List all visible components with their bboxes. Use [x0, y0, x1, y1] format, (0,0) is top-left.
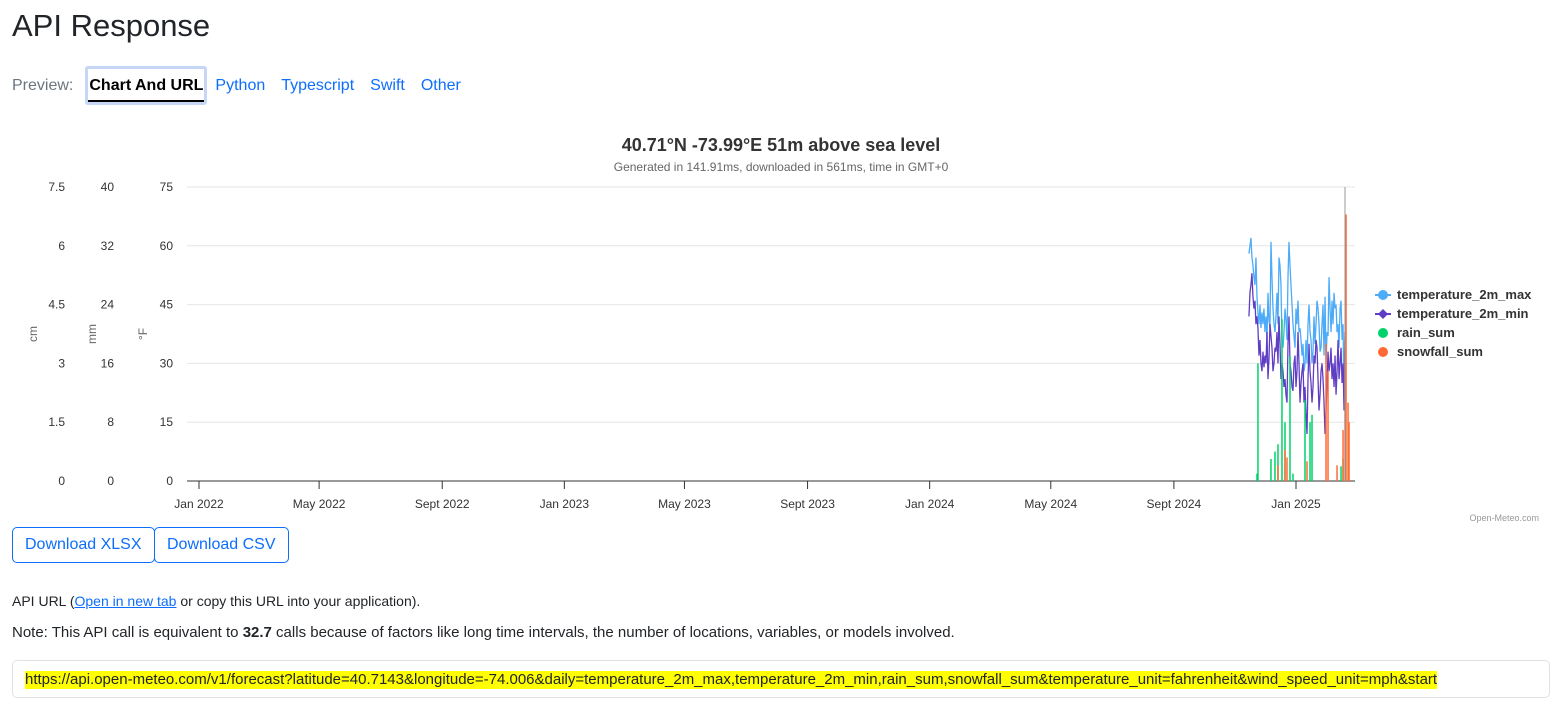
y-tick-label: 0 [58, 474, 65, 488]
x-tick-label: Sept 2024 [1147, 497, 1202, 511]
note-prefix: Note: This API call is equivalent to [12, 624, 243, 641]
y-tick-label: 6 [58, 239, 65, 253]
legend-circle-icon [1378, 328, 1388, 338]
y-tick-label: 0 [166, 474, 173, 488]
api-url-suffix: or copy this URL into your application). [176, 593, 421, 609]
chart-subtitle: Generated in 141.91ms, downloaded in 561… [614, 160, 949, 174]
page-title: API Response [12, 8, 211, 43]
x-tick-label: Jan 2024 [905, 497, 955, 511]
y-tick-label: 8 [107, 415, 114, 429]
preview-label: Preview: [12, 76, 74, 94]
weather-chart[interactable]: 40.71°N -73.99°E 51m above sea level Gen… [0, 125, 1561, 525]
x-tick-label: Jan 2023 [540, 497, 590, 511]
y-tick-label: 0 [107, 474, 114, 488]
y-axis-title: °F [136, 328, 150, 340]
api-url-text[interactable]: https://api.open-meteo.com/v1/forecast?l… [25, 671, 1438, 689]
note-call-count: 32.7 [242, 624, 272, 641]
y-tick-label: 24 [101, 298, 115, 312]
api-call-note: Note: This API call is equivalent to 32.… [12, 624, 955, 641]
y-tick-label: 45 [160, 298, 174, 312]
open-in-new-tab-link[interactable]: Open in new tab [75, 593, 177, 609]
api-url-label: API URL (Open in new tab or copy this UR… [12, 593, 420, 609]
y-tick-label: 15 [160, 415, 174, 429]
chart-title: 40.71°N -73.99°E 51m above sea level [622, 135, 941, 155]
x-tick-label: Jan 2025 [1271, 497, 1321, 511]
y-tick-label: 30 [160, 356, 174, 370]
note-suffix: calls because of factors like long time … [271, 624, 955, 641]
x-tick-label: Jan 2022 [174, 497, 224, 511]
legend-circle-icon [1378, 290, 1388, 300]
x-tick-label: May 2023 [658, 497, 711, 511]
chart-credit: Open-Meteo.com [1469, 513, 1539, 523]
line-temperature_2m_min [1248, 273, 1346, 434]
y-axis-title: cm [26, 326, 40, 342]
tab-swift[interactable]: Swift [362, 67, 413, 105]
x-tick-label: Sept 2022 [415, 497, 470, 511]
api-url-prefix: API URL ( [12, 593, 75, 609]
tab-python[interactable]: Python [207, 67, 273, 105]
y-tick-label: 1.5 [48, 415, 65, 429]
y-tick-label: 40 [101, 180, 115, 194]
y-tick-label: 16 [101, 356, 115, 370]
tab-other[interactable]: Other [413, 67, 469, 105]
download-csv-button[interactable]: Download CSV [154, 527, 289, 563]
tab-chart-and-url[interactable]: Chart And URL [85, 66, 208, 105]
api-url-field[interactable]: https://api.open-meteo.com/v1/forecast?l… [12, 660, 1550, 698]
preview-tabs: Preview: Chart And URL Python Typescript… [12, 66, 469, 105]
x-tick-label: Sept 2023 [780, 497, 835, 511]
y-tick-label: 32 [101, 239, 115, 253]
legend-item-snowfall_sum: snowfall_sum [1397, 344, 1483, 359]
y-tick-label: 75 [160, 180, 174, 194]
legend-item-temperature_2m_min: temperature_2m_min [1397, 306, 1529, 321]
legend-circle-icon [1378, 347, 1388, 357]
legend-diamond-icon [1378, 309, 1388, 319]
download-xlsx-button[interactable]: Download XLSX [12, 527, 155, 563]
legend-item-temperature_2m_max: temperature_2m_max [1397, 287, 1532, 302]
y-tick-label: 4.5 [48, 298, 65, 312]
legend-item-rain_sum: rain_sum [1397, 325, 1455, 340]
x-tick-label: May 2022 [293, 497, 346, 511]
y-axis-title: mm [85, 324, 99, 344]
y-tick-label: 7.5 [48, 180, 65, 194]
x-tick-label: May 2024 [1024, 497, 1077, 511]
tab-typescript[interactable]: Typescript [273, 67, 362, 105]
y-tick-label: 60 [160, 239, 174, 253]
y-tick-label: 3 [58, 356, 65, 370]
